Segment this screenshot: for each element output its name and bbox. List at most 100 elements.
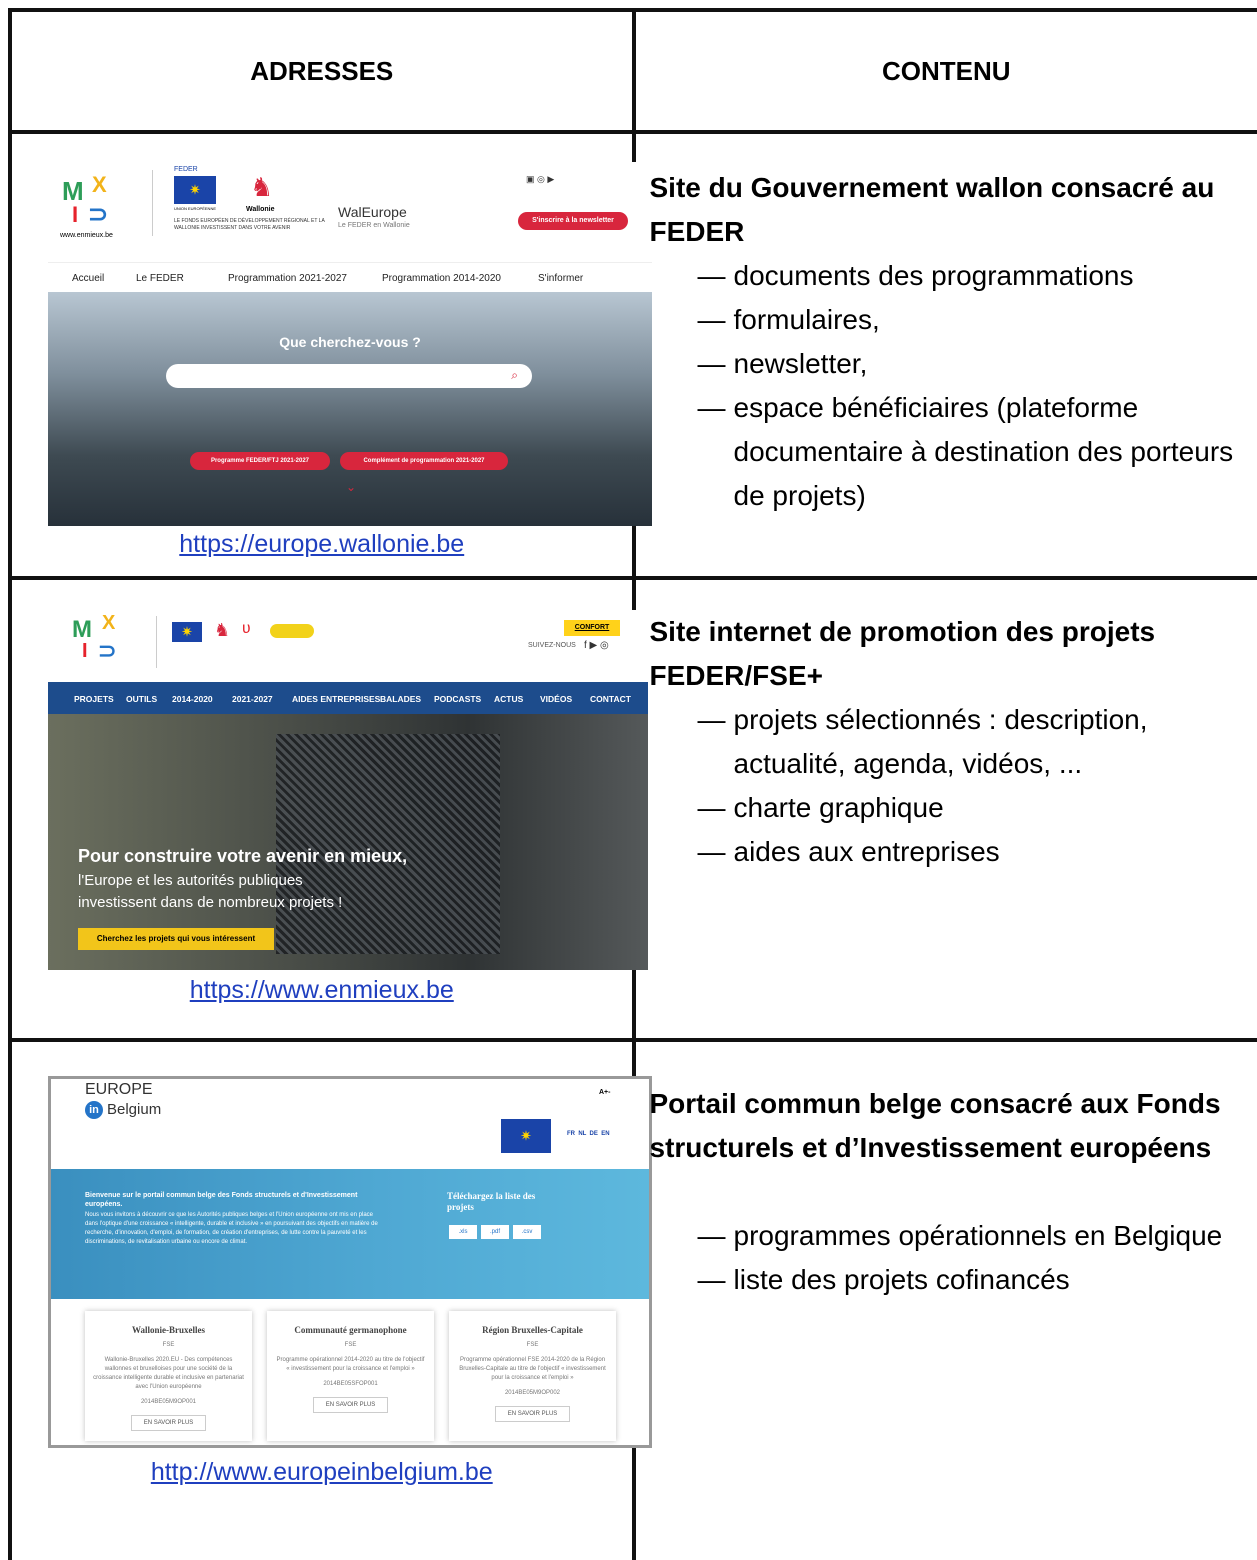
card-code: 2014BE05M9OP002 [504, 1390, 561, 1396]
logo-in-icon: in [85, 1101, 103, 1119]
hero-search-title: Que cherchez-vous ? [279, 334, 421, 350]
learn-more-button[interactable]: EN SAVOIR PLUS [130, 1415, 207, 1431]
download-pdf-button[interactable]: .pdf [481, 1225, 509, 1239]
row1-address-cell: M X I ⊃ www.enmieux.be FEDER UNION EUROP… [8, 130, 652, 580]
logo-url: www.enmieux.be [60, 232, 113, 239]
programme-button[interactable]: Programme FEDER/FTJ 2021-2027 [190, 452, 330, 470]
header-contents: CONTENU [631, 8, 1257, 134]
font-size-control[interactable]: A+- [599, 1089, 610, 1096]
building-image [276, 734, 500, 954]
row1-content-cell: Site du Gouvernement wallon consacré au … [631, 130, 1257, 580]
enmieux-logo: M X I ⊃ [72, 612, 117, 663]
search-projects-button[interactable]: Cherchez les projets qui vous intéressen… [78, 928, 274, 950]
learn-more-button[interactable]: EN SAVOIR PLUS [312, 1397, 389, 1413]
newsletter-button[interactable]: S'inscrire à la newsletter [518, 212, 628, 230]
hero-sub-1: l'Europe et les autorités publiques [78, 872, 303, 889]
card-title: Région Bruxelles-Capitale [482, 1325, 583, 1335]
nav-prog-2014[interactable]: Programmation 2014-2020 [382, 273, 501, 284]
nav-aides[interactable]: AIDES ENTREPRISES [292, 694, 380, 704]
nav-contact[interactable]: CONTACT [590, 694, 631, 704]
card-fund: FSE [526, 1342, 539, 1348]
welcome-title: Bienvenue sur le portail commun belge de… [85, 1192, 358, 1208]
url-europeinbelgium[interactable]: http://www.europeinbelgium.be [12, 1458, 632, 1487]
chevron-down-icon[interactable]: ⌄ [346, 480, 356, 494]
hero-headline: Pour construire votre avenir en mieux, [78, 846, 408, 866]
list-item: newsletter, [698, 342, 1254, 386]
card-fund: FSE [344, 1342, 357, 1348]
card-text: Programme opérationnel 2014-2020 au titr… [276, 1357, 425, 1372]
list-item: programmes opérationnels en Belgique [698, 1214, 1254, 1258]
download-title: Téléchargez la liste des projets [447, 1191, 536, 1212]
download-csv-button[interactable]: .csv [513, 1225, 541, 1239]
nav-balades[interactable]: BALADES [380, 694, 421, 704]
card-code: 2014BE05M9OP001 [140, 1399, 197, 1405]
content-list-1: documents des programmations formulaires… [698, 254, 1254, 518]
nav-projets[interactable]: PROJETS [74, 694, 114, 704]
main-nav: PROJETS OUTILS 2014-2020 2021-2027 AIDES… [48, 682, 648, 714]
nav-accueil[interactable]: Accueil [72, 273, 104, 284]
rooster-icon: ♞ [250, 172, 274, 202]
nav-2021[interactable]: 2021-2027 [232, 694, 273, 704]
search-input[interactable]: ⌕ [166, 364, 532, 388]
nav-informer[interactable]: S'informer [538, 273, 583, 284]
document-table: ADRESSES CONTENU M X I ⊃ www.enmieux.be … [8, 8, 1257, 1560]
eu-flag-icon [172, 622, 202, 642]
logo-europe: EUROPE [85, 1081, 153, 1098]
nav-outils[interactable]: OUTILS [126, 694, 157, 704]
list-item: formulaires, [698, 298, 1254, 342]
nav-prog-2021[interactable]: Programmation 2021-2027 [228, 273, 347, 284]
confort-button[interactable]: CONFORT [564, 620, 620, 636]
language-switcher[interactable]: FR NL DE EN [567, 1131, 610, 1137]
program-card: Communauté germanophone FSE Programme op… [267, 1311, 434, 1441]
main-nav: Accueil Le FEDER Programmation 2021-2027… [48, 262, 652, 293]
learn-more-button[interactable]: EN SAVOIR PLUS [494, 1406, 571, 1422]
content-list-2: projets sélectionnés : description, actu… [698, 698, 1254, 874]
nav-podcasts[interactable]: PODCASTS [434, 694, 481, 704]
fwb-icon: ʋ [242, 620, 251, 637]
list-item: aides aux entreprises [698, 830, 1254, 874]
list-item: charte graphique [698, 786, 1254, 830]
row3-address-cell: EUROPE in Belgium A+- FR NL DE EN Bienve… [8, 1038, 652, 1560]
list-item: projets sélectionnés : description, actu… [698, 698, 1254, 786]
francophonie-icon [270, 624, 314, 638]
eu-flag-icon [501, 1119, 551, 1153]
content-title-1: Site du Gouvernement wallon consacré au … [649, 172, 1215, 247]
site-subtitle: Le FEDER en Wallonie [338, 222, 410, 229]
complement-button[interactable]: Complément de programmation 2021-2027 [340, 452, 508, 470]
search-icon[interactable]: ⌕ [511, 368, 518, 383]
welcome-text: Nous vous invitons à découvrir ce que le… [85, 1212, 378, 1245]
nav-actus[interactable]: ACTUS [494, 694, 523, 704]
row3-content-cell: Portail commun belge consacré aux Fonds … [631, 1038, 1257, 1560]
url-enmieux[interactable]: https://www.enmieux.be [12, 976, 632, 1005]
url-wallonie[interactable]: https://europe.wallonie.be [12, 530, 632, 559]
nav-feder[interactable]: Le FEDER [136, 273, 184, 284]
content-list-3: programmes opérationnels en Belgique lis… [698, 1214, 1254, 1302]
list-item: espace bénéficiaires (plateforme documen… [698, 386, 1254, 518]
nav-videos[interactable]: VIDÉOS [540, 694, 572, 704]
card-code: 2014BE05SFOP001 [323, 1381, 378, 1387]
download-xls-button[interactable]: .xls [449, 1225, 477, 1239]
fonds-text: LE FONDS EUROPÉEN DE DÉVELOPPEMENT RÉGIO… [174, 218, 325, 231]
europeinbelgium-screenshot: EUROPE in Belgium A+- FR NL DE EN Bienve… [48, 1076, 652, 1448]
program-card: Wallonie-Bruxelles FSE Wallonie-Bruxelle… [85, 1311, 252, 1441]
hero-sub-2: investissent dans de nombreux projets ! [78, 894, 343, 911]
enmieux-screenshot: M X I ⊃ ♞ ʋ CONFORT SUIVEZ-NOUS f ▶ ◎ PR… [48, 610, 648, 970]
social-icons[interactable]: f ▶ ◎ [584, 640, 609, 651]
suivez-label: SUIVEZ-NOUS [528, 642, 576, 649]
wallonie-label: Wallonie [246, 206, 275, 213]
card-text: Wallonie-Bruxelles 2020.EU - Des compéte… [93, 1357, 244, 1390]
content-title-3: Portail commun belge consacré aux Fonds … [649, 1088, 1221, 1163]
row2-content-cell: Site internet de promotion des projets F… [631, 576, 1257, 1042]
program-card: Région Bruxelles-Capitale FSE Programme … [449, 1311, 616, 1441]
welcome-band: Bienvenue sur le portail commun belge de… [51, 1169, 649, 1299]
hero-image: Que cherchez-vous ? ⌕ Programme FEDER/FT… [48, 292, 652, 526]
feder-label: FEDER [174, 166, 198, 173]
card-fund: FSE [162, 1342, 175, 1348]
site-name: WalEurope [338, 204, 407, 220]
hero-image: Pour construire votre avenir en mieux, l… [48, 714, 648, 970]
eu-flag-icon [174, 176, 216, 204]
list-item: liste des projets cofinancés [698, 1258, 1254, 1302]
row2-address-cell: M X I ⊃ ♞ ʋ CONFORT SUIVEZ-NOUS f ▶ ◎ PR… [8, 576, 648, 1042]
nav-2014[interactable]: 2014-2020 [172, 694, 213, 704]
logo-belgium: Belgium [107, 1101, 162, 1118]
